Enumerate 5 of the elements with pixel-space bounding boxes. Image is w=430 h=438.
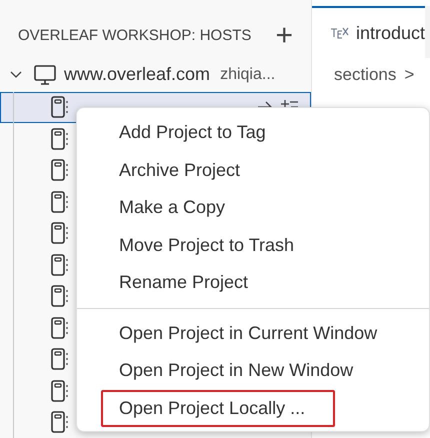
host-label: www.overleaf.com	[64, 63, 210, 86]
user-label: zhiqia...	[220, 64, 276, 84]
sidebar-title: OVERLEAF WORKSHOP: HOSTS	[18, 26, 252, 46]
breadcrumb-separator: >	[404, 64, 414, 86]
tab-label: introduct	[356, 22, 426, 44]
